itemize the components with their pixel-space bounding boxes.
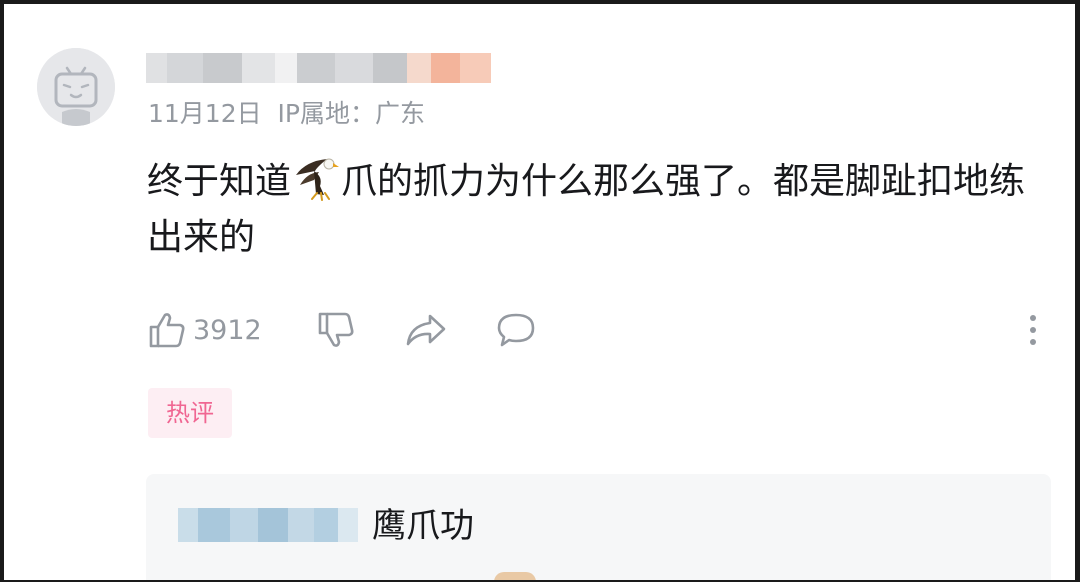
thumbs-up-icon xyxy=(149,313,185,348)
emoji-peek-icon xyxy=(494,572,536,580)
more-vertical-icon xyxy=(1030,315,1036,345)
reply-username-blurred[interactable] xyxy=(178,504,358,546)
more-options-button[interactable] xyxy=(1023,306,1043,354)
ip-location: IP属地：广东 xyxy=(277,99,425,128)
eagle-icon xyxy=(296,158,340,201)
thumbs-down-icon xyxy=(318,312,354,347)
action-bar: 3912 xyxy=(147,306,1052,354)
hot-comment-badge: 热评 xyxy=(148,388,232,438)
like-count: 3912 xyxy=(193,314,262,346)
reply-preview[interactable]: 鹰爪功 xyxy=(146,474,1051,580)
comment-text-part-1: 终于知道 xyxy=(147,161,292,202)
reply-button[interactable] xyxy=(495,306,537,354)
username-blurred[interactable] xyxy=(146,49,492,87)
like-button[interactable]: 3912 xyxy=(147,306,262,354)
comment-bubble-icon xyxy=(497,313,535,347)
default-avatar-icon xyxy=(37,48,115,126)
reply-text: 鹰爪功 xyxy=(372,506,474,546)
share-icon xyxy=(406,314,446,346)
dislike-button[interactable] xyxy=(316,306,356,354)
share-button[interactable] xyxy=(404,306,448,354)
avatar[interactable] xyxy=(37,48,115,126)
comment-date: 11月12日 xyxy=(148,99,262,128)
comment-card: 11月12日 IP属地：广东 终于知道 爪的抓力为什么那么强了。都是脚趾扣地练出… xyxy=(4,4,1075,580)
comment-text: 终于知道 爪的抓力为什么那么强了。都是脚趾扣地练出来的 xyxy=(147,154,1057,266)
comment-meta: 11月12日 IP属地：广东 xyxy=(148,96,425,132)
